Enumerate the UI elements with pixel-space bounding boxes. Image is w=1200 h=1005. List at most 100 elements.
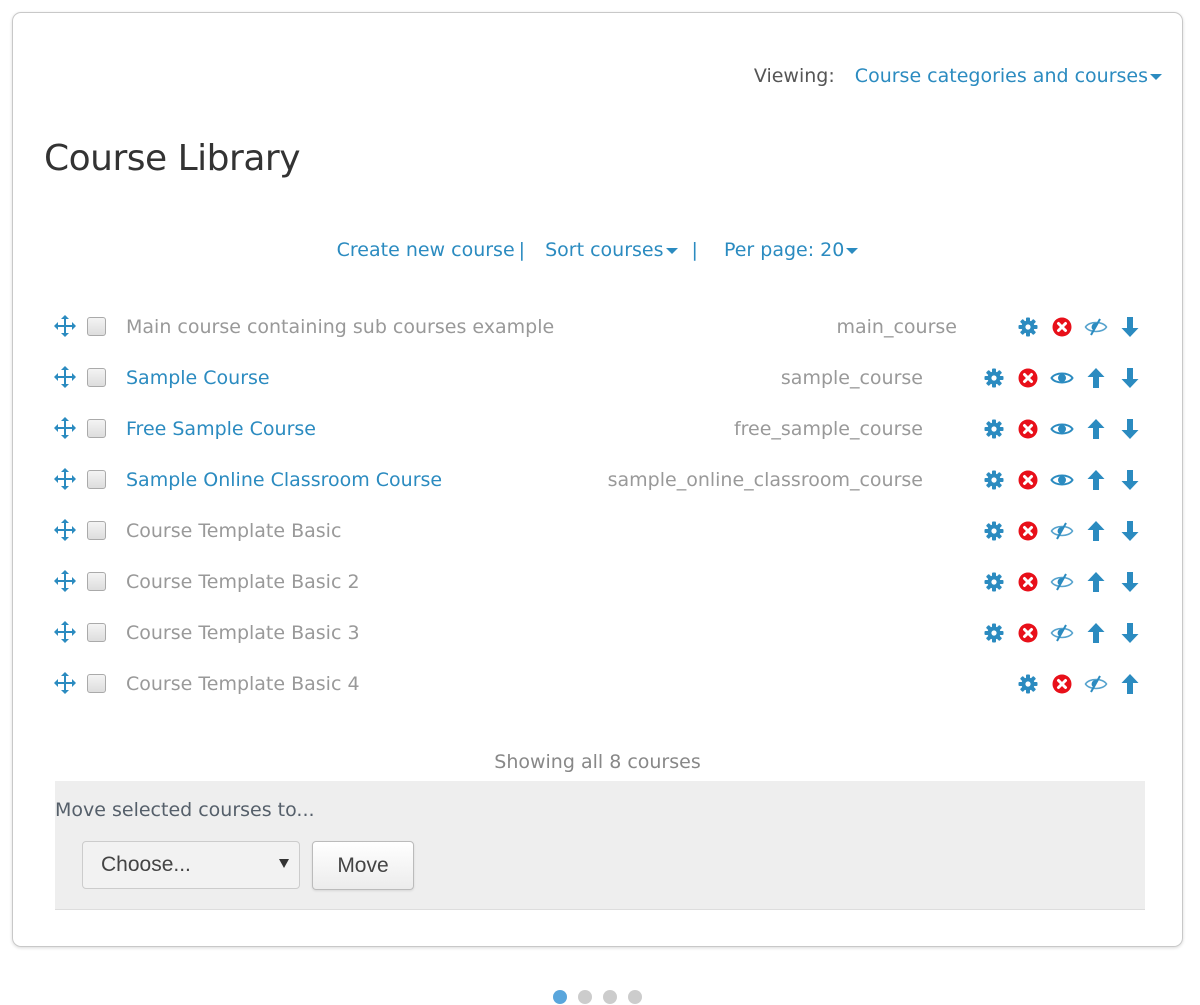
arrow-down-icon[interactable] [1113,570,1147,594]
delete-icon[interactable] [1011,366,1045,390]
arrow-down-icon[interactable] [1113,621,1147,645]
viewing-value: Course categories and courses [854,65,1148,87]
arrow-up-icon[interactable] [1079,366,1113,390]
pagination-dots [553,990,642,1004]
delete-icon[interactable] [1011,621,1045,645]
arrow-down-icon[interactable] [1113,519,1147,543]
course-shortname: sample_course [780,366,923,389]
delete-icon[interactable] [1011,570,1045,594]
drag-move-icon[interactable] [53,314,79,340]
course-actions [1011,315,1147,339]
course-name-link[interactable]: Course Template Basic 3 [126,622,977,644]
course-checkbox[interactable] [87,470,106,489]
course-checkbox[interactable] [87,521,106,540]
course-name-link[interactable]: Main course containing sub courses examp… [126,316,837,338]
settings-gear-icon[interactable] [977,366,1011,390]
sort-courses-dropdown[interactable]: Sort courses [545,239,678,261]
drag-move-icon[interactable] [53,416,79,442]
course-row: Free Sample Course free_sample_course [53,403,1147,454]
course-checkbox[interactable] [87,623,106,642]
arrow-up-icon[interactable] [1079,519,1113,543]
page-dot[interactable] [553,990,567,1004]
course-name-link[interactable]: Free Sample Course [126,418,734,440]
arrow-down-icon[interactable] [1113,468,1147,492]
arrow-up-icon[interactable] [1079,468,1113,492]
category-select-value: Choose... [101,853,191,876]
settings-gear-icon[interactable] [1011,315,1045,339]
course-checkbox[interactable] [87,368,106,387]
course-row: Sample Online Classroom Course sample_onl… [53,454,1147,505]
move-label: Move selected courses to... [55,799,315,821]
course-name-link[interactable]: Course Template Basic 4 [126,673,1011,695]
arrow-down-icon[interactable] [1113,417,1147,441]
arrow-up-icon[interactable] [1079,621,1113,645]
viewing-dropdown[interactable]: Course categories and courses [855,65,1162,87]
divider: | [691,239,698,261]
course-management-panel: Viewing: Course categories and courses C… [12,12,1183,947]
drag-move-icon[interactable] [53,365,79,391]
delete-icon[interactable] [1011,519,1045,543]
eye-icon[interactable] [1045,468,1079,492]
course-shortname: main_course [836,315,958,338]
page-dot[interactable] [578,990,592,1004]
settings-gear-icon[interactable] [1011,672,1045,696]
eye-icon[interactable] [1045,366,1079,390]
course-checkbox[interactable] [87,674,106,693]
course-name-link[interactable]: Course Template Basic 2 [126,571,977,593]
page-dot[interactable] [603,990,617,1004]
course-row: Course Template Basic 2 [53,556,1147,607]
arrow-up-icon[interactable] [1079,417,1113,441]
eye-slash-icon[interactable] [1079,315,1113,339]
course-row: Course Template Basic [53,505,1147,556]
per-page-dropdown[interactable]: Per page: 20 [724,239,859,261]
bulk-move-panel: Move selected courses to... Choose... Mo… [55,781,1145,910]
settings-gear-icon[interactable] [977,417,1011,441]
course-name-link[interactable]: Sample Course [126,367,781,389]
course-checkbox[interactable] [87,419,106,438]
delete-icon[interactable] [1011,417,1045,441]
divider: | [518,239,526,261]
drag-move-icon[interactable] [53,620,79,646]
drag-move-icon[interactable] [53,671,79,697]
create-course-link[interactable]: Create new course [337,239,515,261]
caret-down-icon [1150,73,1162,80]
dropdown-arrow-icon [279,859,289,868]
caret-down-icon [846,247,859,254]
course-checkbox[interactable] [87,572,106,591]
course-list: Main course containing sub courses examp… [53,301,1147,709]
viewing-label: Viewing: [753,65,835,87]
settings-gear-icon[interactable] [977,468,1011,492]
course-name-link[interactable]: Sample Online Classroom Course [126,469,608,491]
drag-move-icon[interactable] [53,518,79,544]
category-select[interactable]: Choose... [82,841,300,889]
delete-icon[interactable] [1045,315,1079,339]
showing-count: Showing all 8 courses [494,751,701,773]
arrow-up-icon[interactable] [1113,672,1147,696]
delete-icon[interactable] [1045,672,1079,696]
eye-slash-icon[interactable] [1045,519,1079,543]
settings-gear-icon[interactable] [977,519,1011,543]
settings-gear-icon[interactable] [977,570,1011,594]
eye-slash-icon[interactable] [1045,621,1079,645]
eye-slash-icon[interactable] [1079,672,1113,696]
eye-icon[interactable] [1045,417,1079,441]
course-row: Main course containing sub courses examp… [53,301,1147,352]
course-name-link[interactable]: Course Template Basic [126,520,977,542]
drag-move-icon[interactable] [53,569,79,595]
caret-down-icon [665,247,678,254]
page-dot[interactable] [628,990,642,1004]
move-button[interactable]: Move [312,841,414,890]
course-actions [977,519,1147,543]
arrow-up-icon[interactable] [1079,570,1113,594]
arrow-down-icon[interactable] [1113,366,1147,390]
settings-gear-icon[interactable] [977,621,1011,645]
course-shortname: free_sample_course [733,417,923,440]
course-checkbox[interactable] [87,317,106,336]
delete-icon[interactable] [1011,468,1045,492]
arrow-down-icon[interactable] [1113,315,1147,339]
eye-slash-icon[interactable] [1045,570,1079,594]
course-actions [977,417,1147,441]
course-row: Sample Course sample_course [53,352,1147,403]
drag-move-icon[interactable] [53,467,79,493]
course-row: Course Template Basic 3 [53,607,1147,658]
